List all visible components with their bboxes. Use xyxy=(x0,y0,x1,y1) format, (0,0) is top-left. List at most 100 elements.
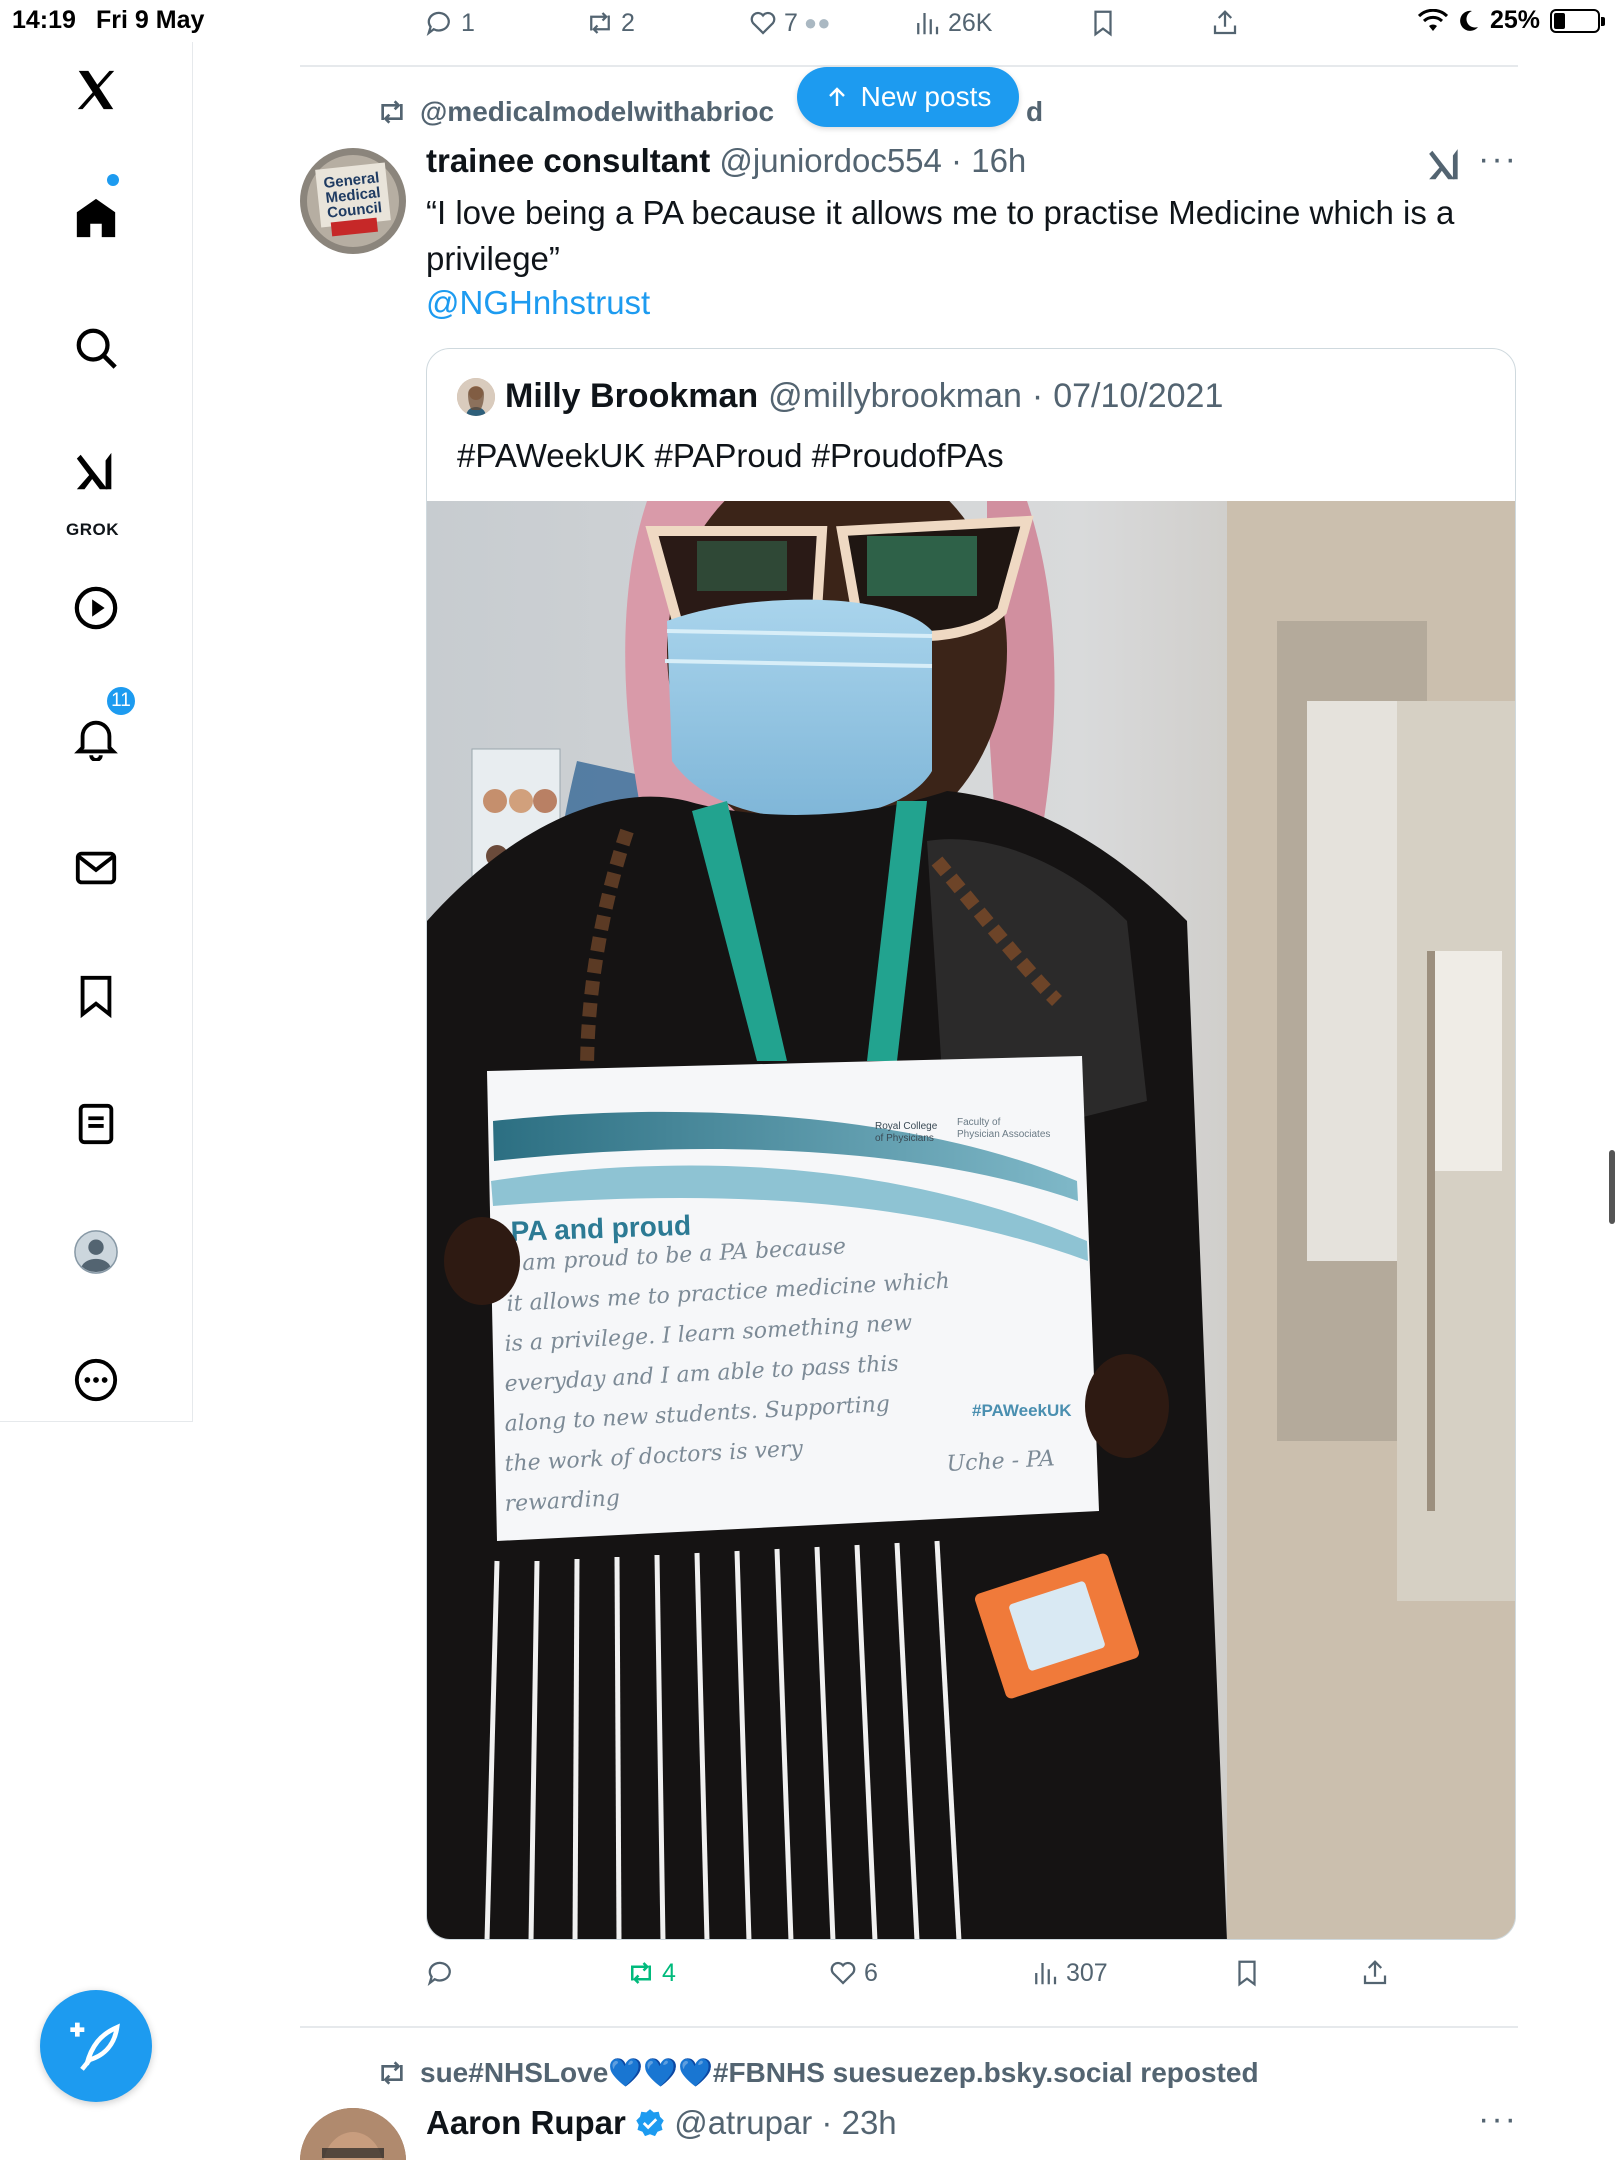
list-icon xyxy=(78,1103,114,1145)
quoted-post-photo[interactable]: Royal College of Physicians Faculty of P… xyxy=(427,501,1516,1940)
heart-icon xyxy=(830,1961,856,1985)
sidebar-item-grok[interactable] xyxy=(70,446,122,498)
quoted-post-date: 07/10/2021 xyxy=(1053,377,1224,415)
share-icon xyxy=(1363,1960,1387,1985)
like-button[interactable]: 7 ●● xyxy=(748,8,830,38)
verified-badge-icon xyxy=(636,2109,664,2137)
repost-icon xyxy=(381,2060,403,2085)
reply-count: 1 xyxy=(461,8,475,37)
play-icon xyxy=(74,586,118,630)
battery-icon xyxy=(1550,8,1605,33)
reply-button[interactable] xyxy=(426,1958,462,1988)
quoted-post-card[interactable]: Milly Brookman @millybrookman · 07/10/2021… xyxy=(426,348,1516,1940)
views-icon xyxy=(917,13,939,35)
arrow-up-icon xyxy=(828,87,845,106)
new-posts-pill[interactable]: New posts xyxy=(797,67,1019,127)
views-button[interactable]: 307 xyxy=(1030,1958,1108,1988)
next-post-header: Aaron Rupar @atrupar · 23h xyxy=(426,2104,897,2142)
views-count: 307 xyxy=(1066,1958,1108,1987)
sidebar-item-explore[interactable] xyxy=(70,322,122,374)
notification-count-badge: 11 xyxy=(104,684,138,718)
author-name[interactable]: trainee consultant xyxy=(426,142,710,179)
sign-logo-fpa-2: Physician Associates xyxy=(957,1129,1050,1140)
next-repost-by: sue#NHSLove💙💙💙#FBNHS suesuezep.bsky.soci… xyxy=(420,2057,1259,2088)
feather-plus-icon xyxy=(70,2022,120,2071)
bookmark-icon xyxy=(1238,1960,1256,1987)
like-count: 7 xyxy=(784,8,798,37)
sidebar-nav: GROK 11 xyxy=(0,42,193,1422)
x-logo-icon[interactable] xyxy=(70,64,122,116)
quoted-author-name: Milly Brookman xyxy=(505,377,759,415)
dot-separator: · xyxy=(812,2104,842,2141)
author-handle[interactable]: @juniordoc554 xyxy=(719,142,941,179)
bookmark-button[interactable] xyxy=(1088,8,1118,38)
repost-icon xyxy=(381,100,403,124)
views-button[interactable]: 26K xyxy=(912,8,992,38)
sidebar-item-bookmarks[interactable] xyxy=(70,970,122,1022)
status-indicators: 25% xyxy=(1417,6,1605,35)
dot-separator: · xyxy=(1031,377,1044,415)
home-unread-dot xyxy=(107,174,119,186)
sidebar-item-lists[interactable] xyxy=(70,1098,122,1150)
sidebar-item-more[interactable] xyxy=(70,1354,122,1406)
grok-icon xyxy=(1429,149,1458,180)
home-icon xyxy=(76,198,116,238)
search-icon xyxy=(76,328,117,369)
dot-separator: · xyxy=(941,142,972,179)
sidebar-item-profile[interactable] xyxy=(70,1226,122,1278)
repost-button[interactable]: 4 xyxy=(626,1958,676,1988)
moon-icon xyxy=(1460,10,1478,31)
quoted-author-avatar xyxy=(457,377,495,416)
next-author-name[interactable]: Aaron Rupar xyxy=(426,2104,626,2141)
bookmark-icon xyxy=(80,975,112,1019)
sidebar-item-videos[interactable] xyxy=(70,582,122,634)
like-count: 6 xyxy=(864,1958,878,1987)
author-avatar[interactable]: General Medical Council xyxy=(300,148,406,254)
heart-icon xyxy=(750,11,776,35)
battery-percent: 25% xyxy=(1489,6,1540,34)
reply-button[interactable]: 1 xyxy=(425,8,475,38)
share-button[interactable] xyxy=(1360,1958,1390,1988)
gmc-logo-avatar: General Medical Council xyxy=(300,148,406,254)
bell-icon xyxy=(74,720,118,761)
like-button[interactable]: 6 xyxy=(828,1958,878,1988)
sign-logo-fpa-1: Faculty of xyxy=(957,1117,1001,1128)
repost-count: 2 xyxy=(621,8,635,37)
more-icon xyxy=(74,1358,118,1402)
sidebar-item-home[interactable] xyxy=(70,192,122,244)
reply-icon xyxy=(427,1961,451,1986)
loading-dots: ●● xyxy=(803,10,831,35)
next-post-time[interactable]: 23h xyxy=(842,2104,897,2141)
compose-post-button[interactable] xyxy=(40,1990,152,2102)
grok-post-button[interactable] xyxy=(1426,146,1464,184)
post-text: “I love being a PA because it allows me … xyxy=(426,194,1455,277)
sign-logo-rcp-1: Royal College xyxy=(875,1121,938,1132)
mail-icon xyxy=(75,851,117,885)
sidebar-item-notifications[interactable] xyxy=(70,712,122,764)
post-more-button[interactable]: ··· xyxy=(1478,140,1518,179)
wifi-icon xyxy=(1417,8,1448,31)
share-button[interactable] xyxy=(1210,8,1240,38)
next-author-avatar[interactable] xyxy=(300,2108,406,2160)
next-post-more-button[interactable]: ··· xyxy=(1478,2100,1518,2139)
post-time[interactable]: 16h xyxy=(971,142,1026,179)
grok-icon xyxy=(76,452,112,490)
repost-icon xyxy=(590,12,610,34)
post-mention-link[interactable]: @NGHnhstrust xyxy=(426,284,650,322)
post-actions: 4 6 307 xyxy=(426,1954,1486,1998)
repost-suffix: d xyxy=(1026,96,1044,127)
next-repost-attribution[interactable]: sue#NHSLove💙💙💙#FBNHS suesuezep.bsky.soci… xyxy=(376,2056,1259,2089)
quoted-post-text: #PAWeekUK #PAProud #ProudofPAs xyxy=(457,437,1004,474)
repost-count: 4 xyxy=(662,1958,676,1987)
bookmark-button[interactable] xyxy=(1232,1958,1262,1988)
bookmark-icon xyxy=(1094,10,1112,37)
sidebar-item-messages[interactable] xyxy=(70,842,122,894)
sign-logo-rcp-2: of Physicians xyxy=(875,1133,934,1144)
reply-icon xyxy=(426,11,450,36)
repost-button[interactable]: 2 xyxy=(585,8,635,38)
scrollbar-thumb[interactable] xyxy=(1609,1150,1615,1224)
avatar-icon xyxy=(74,1230,118,1274)
sign-hashtag: #PAWeekUK xyxy=(972,1401,1072,1420)
next-author-handle[interactable]: @atrupar xyxy=(674,2104,812,2141)
grok-label: GROK xyxy=(66,520,119,539)
